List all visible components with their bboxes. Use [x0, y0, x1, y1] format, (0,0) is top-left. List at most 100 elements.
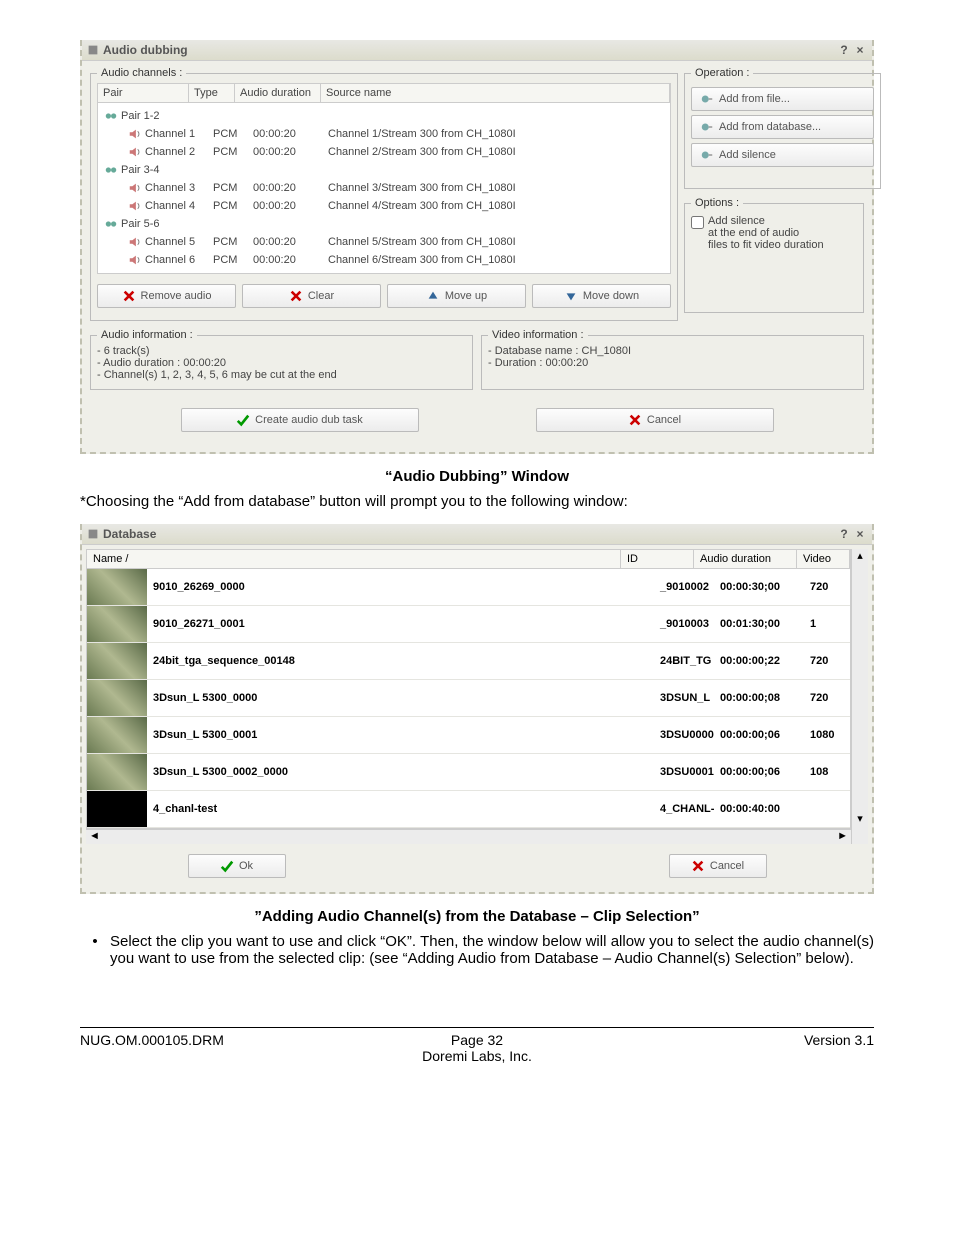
- vertical-scrollbar[interactable]: ▴ ▾: [851, 549, 868, 844]
- app-icon: [86, 527, 100, 541]
- clip-video: 1080: [810, 729, 850, 741]
- add-from-database-button[interactable]: Add from database...: [691, 115, 874, 139]
- footer-center: Page 32Doremi Labs, Inc.: [345, 1032, 610, 1064]
- pair-row[interactable]: Pair 3-4: [100, 161, 668, 179]
- pair-row[interactable]: Pair 5-6: [100, 215, 668, 233]
- speaker-icon: [128, 253, 142, 267]
- clip-thumbnail: [87, 791, 147, 827]
- speaker-icon: [128, 145, 142, 159]
- add-silence-button[interactable]: Add silence: [691, 143, 874, 167]
- db-row[interactable]: 4_chanl-test4_CHANL-00:00:40:00: [87, 791, 850, 828]
- db-row[interactable]: 9010_26269_0000_901000200:00:30;00720: [87, 569, 850, 606]
- help-button[interactable]: ?: [836, 43, 852, 57]
- th-audio-duration[interactable]: Audio duration: [694, 550, 797, 568]
- body-paragraph: *Choosing the “Add from database” button…: [80, 493, 874, 510]
- options-legend: Options :: [691, 197, 743, 209]
- create-audio-dub-task-button[interactable]: Create audio dub task: [181, 408, 419, 432]
- clip-thumbnail: [87, 680, 147, 716]
- channel-row[interactable]: Channel 2PCM00:00:20Channel 2/Stream 300…: [100, 143, 668, 161]
- db-list[interactable]: 9010_26269_0000_901000200:00:30;00720901…: [86, 569, 851, 829]
- remove-audio-button[interactable]: Remove audio: [97, 284, 236, 308]
- channel-tree[interactable]: Pair 1-2Channel 1PCM00:00:20Channel 1/St…: [97, 103, 671, 274]
- clip-thumbnail: [87, 717, 147, 753]
- app-icon: [86, 43, 100, 57]
- clip-duration: 00:00:00;06: [720, 766, 810, 778]
- th-type[interactable]: Type: [189, 84, 235, 102]
- db-row[interactable]: 3Dsun_L 5300_0002_00003DSU000100:00:00;0…: [87, 754, 850, 791]
- move-up-button[interactable]: Move up: [387, 284, 526, 308]
- clip-id: 3DSU0000: [660, 729, 720, 741]
- audio-channels-legend: Audio channels :: [97, 67, 186, 79]
- clip-id: 3DSU0001: [660, 766, 720, 778]
- channel-row[interactable]: Channel 1PCM00:00:20Channel 1/Stream 300…: [100, 125, 668, 143]
- clip-duration: 00:01:30;00: [720, 618, 810, 630]
- clip-thumbnail: [87, 754, 147, 790]
- channel-table-header: Pair Type Audio duration Source name: [97, 83, 671, 103]
- th-name[interactable]: Name /: [87, 550, 621, 568]
- clip-duration: 00:00:40:00: [720, 803, 810, 815]
- clip-video: 108: [810, 766, 850, 778]
- figure-caption: ”Adding Audio Channel(s) from the Databa…: [60, 908, 894, 925]
- horizontal-scrollbar[interactable]: ◄►: [86, 829, 851, 844]
- channel-row[interactable]: Channel 4PCM00:00:20Channel 4/Stream 300…: [100, 197, 668, 215]
- th-src[interactable]: Source name: [321, 84, 670, 102]
- move-down-button[interactable]: Move down: [532, 284, 671, 308]
- clip-video: 720: [810, 655, 850, 667]
- close-button[interactable]: ×: [852, 43, 868, 57]
- pair-row[interactable]: Pair 1-2: [100, 107, 668, 125]
- cancel-button[interactable]: Cancel: [669, 854, 767, 878]
- audio-dubbing-window: Audio dubbing ? × Audio channels : Pair …: [80, 40, 874, 454]
- db-row[interactable]: 9010_26271_0001_901000300:01:30;001: [87, 606, 850, 643]
- figure-caption: “Audio Dubbing” Window: [60, 468, 894, 485]
- clip-name: 9010_26271_0001: [147, 618, 660, 630]
- bullet-text: Select the clip you want to use and clic…: [110, 933, 874, 967]
- th-pair[interactable]: Pair: [98, 84, 189, 102]
- cancel-button[interactable]: Cancel: [536, 408, 774, 432]
- video-info-line: - Database name : CH_1080I: [488, 345, 857, 357]
- video-info-line: - Duration : 00:00:20: [488, 357, 857, 369]
- titlebar: Audio dubbing ? ×: [82, 40, 872, 61]
- clip-name: 3Dsun_L 5300_0000: [147, 692, 660, 704]
- operation-legend: Operation :: [691, 67, 753, 79]
- ok-button[interactable]: Ok: [188, 854, 286, 878]
- clip-id: 24BIT_TG: [660, 655, 720, 667]
- pair-icon: [104, 163, 118, 177]
- video-info-legend: Video information :: [488, 329, 588, 341]
- bullet-item: • Select the clip you want to use and cl…: [80, 933, 874, 967]
- audio-channels-group: Audio channels : Pair Type Audio duratio…: [90, 67, 678, 321]
- add-from-file-button[interactable]: Add from file...: [691, 87, 874, 111]
- page-footer: NUG.OM.000105.DRM Page 32Doremi Labs, In…: [80, 1027, 874, 1064]
- add-silence-checkbox[interactable]: [691, 216, 704, 229]
- bullet-dot: •: [80, 933, 110, 967]
- db-row[interactable]: 3Dsun_L 5300_00003DSUN_L00:00:00;08720: [87, 680, 850, 717]
- add-silence-checkbox-row: Add silence at the end of audio files to…: [691, 213, 857, 253]
- clear-button[interactable]: Clear: [242, 284, 381, 308]
- clip-id: 4_CHANL-: [660, 803, 720, 815]
- operation-group: Operation : Add from file... Add from da…: [684, 67, 881, 189]
- add-silence-label: Add silence at the end of audio files to…: [708, 215, 824, 251]
- th-video[interactable]: Video: [797, 550, 850, 568]
- clip-thumbnail: [87, 606, 147, 642]
- th-id[interactable]: ID: [621, 550, 694, 568]
- clip-duration: 00:00:00;22: [720, 655, 810, 667]
- channel-row[interactable]: Channel 5PCM00:00:20Channel 5/Stream 300…: [100, 233, 668, 251]
- clip-name: 3Dsun_L 5300_0002_0000: [147, 766, 660, 778]
- help-button[interactable]: ?: [836, 527, 852, 541]
- clip-thumbnail: [87, 569, 147, 605]
- close-button[interactable]: ×: [852, 527, 868, 541]
- channel-row[interactable]: Channel 6PCM00:00:20Channel 6/Stream 300…: [100, 251, 668, 269]
- audio-info-line: - 6 track(s): [97, 345, 466, 357]
- channel-row[interactable]: Channel 3PCM00:00:20Channel 3/Stream 300…: [100, 179, 668, 197]
- footer-left: NUG.OM.000105.DRM: [80, 1032, 345, 1064]
- speaker-icon: [128, 199, 142, 213]
- clip-name: 3Dsun_L 5300_0001: [147, 729, 660, 741]
- speaker-icon: [128, 235, 142, 249]
- speaker-icon: [128, 127, 142, 141]
- clip-id: _9010002: [660, 581, 720, 593]
- clip-video: 720: [810, 581, 850, 593]
- th-dur[interactable]: Audio duration: [235, 84, 321, 102]
- clip-duration: 00:00:00;08: [720, 692, 810, 704]
- db-row[interactable]: 24bit_tga_sequence_0014824BIT_TG00:00:00…: [87, 643, 850, 680]
- video-info-group: Video information : - Database name : CH…: [481, 329, 864, 390]
- db-row[interactable]: 3Dsun_L 5300_00013DSU000000:00:00;061080: [87, 717, 850, 754]
